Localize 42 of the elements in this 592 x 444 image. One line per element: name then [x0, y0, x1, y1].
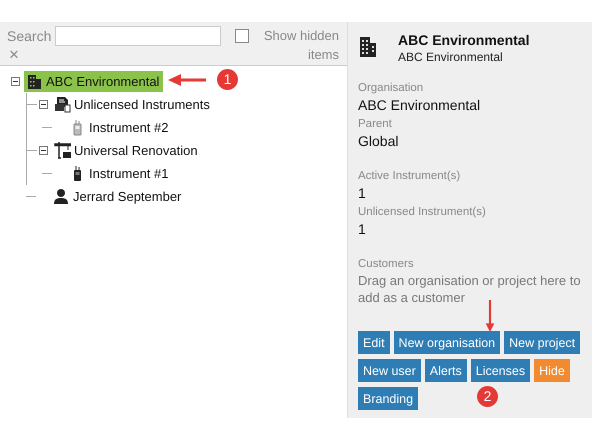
checkbox[interactable]	[235, 29, 249, 43]
field-value: 1	[358, 220, 367, 238]
action-button[interactable]: New user	[358, 359, 421, 382]
tree-item[interactable]: Unlicensed Instruments	[52, 94, 214, 115]
crane-icon	[54, 142, 71, 159]
field-label: Parent	[358, 117, 393, 132]
field-label: Unlicensed Instrument(s)	[358, 205, 487, 220]
collapse-icon[interactable]	[39, 100, 48, 109]
tree-item[interactable]: Instrument #2	[67, 117, 172, 138]
drop-hint: Drag an organisation or project here to add as a customer	[358, 272, 582, 306]
action-button[interactable]: Branding	[358, 387, 418, 410]
clear-button[interactable]: ×	[7, 46, 21, 64]
field-value: 1	[358, 184, 367, 202]
collapse-icon[interactable]	[39, 146, 48, 155]
action-button[interactable]: Alerts	[424, 359, 467, 382]
action-button[interactable]: Edit	[358, 331, 390, 354]
search-label: Search	[7, 28, 52, 44]
tree-item[interactable]: Universal Renovation	[52, 140, 202, 161]
action-button[interactable]: New organisation	[394, 331, 500, 354]
number-badge: 1	[217, 69, 238, 90]
field-label: Customers	[358, 257, 415, 272]
arrow	[484, 300, 496, 332]
building-icon	[358, 35, 378, 59]
field-label: Organisation	[358, 81, 424, 96]
field-value: Global	[358, 132, 400, 150]
checkbox-label: Show hidden items	[262, 27, 339, 64]
field-value: ABC Environmental	[358, 96, 482, 114]
panel-title: ABC Environmental	[398, 32, 530, 48]
search-field[interactable]	[55, 26, 222, 46]
panel-subtitle: ABC Environmental	[398, 50, 504, 64]
tree-item[interactable]: Instrument #1	[67, 163, 172, 184]
action-button[interactable]: Licenses	[470, 359, 530, 382]
collapse-icon[interactable]	[11, 77, 20, 86]
action-button[interactable]: Hide	[534, 359, 570, 382]
person-icon	[53, 188, 70, 205]
document-icon	[54, 96, 71, 113]
tree-item[interactable]: ABC Environmental	[24, 71, 164, 92]
field-label: Active Instrument(s)	[358, 169, 462, 184]
action-button[interactable]: New project	[504, 331, 580, 354]
building-icon	[26, 73, 43, 90]
tree-item[interactable]: Jerrard September	[51, 186, 186, 207]
arrow	[168, 74, 206, 86]
